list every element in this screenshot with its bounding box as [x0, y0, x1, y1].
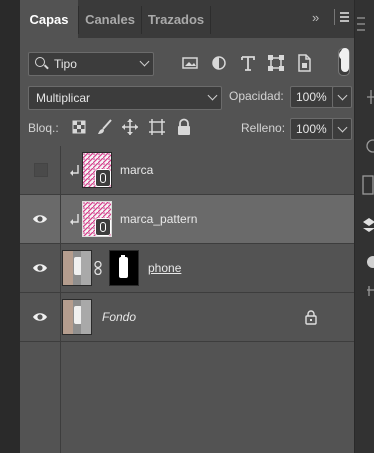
panel-tab-bar: Capas Canales Trazados »: [20, 0, 354, 38]
lock-image-pixels-icon[interactable]: [96, 118, 114, 136]
layer-thumbnail-photo[interactable]: [62, 299, 92, 335]
lock-all-icon[interactable]: [175, 118, 193, 136]
visibility-toggle[interactable]: [20, 244, 61, 292]
tab-paths[interactable]: Trazados: [142, 0, 210, 38]
filter-kind-label: Tipo: [54, 57, 77, 71]
visibility-toggle[interactable]: [20, 195, 61, 243]
lock-label: Bloq.:: [28, 121, 59, 135]
chevron-down-icon: [337, 122, 348, 133]
clipping-mask-arrow-icon: [70, 213, 80, 225]
right-tools-strip: [341, 0, 374, 453]
visibility-toggle[interactable]: [20, 146, 61, 194]
fill-dropdown-button[interactable]: [332, 118, 352, 140]
layer-row-phone[interactable]: phone: [20, 244, 354, 293]
layer-row-marca[interactable]: marca: [20, 146, 354, 195]
chevron-down-icon: [337, 90, 348, 101]
layer-mask-thumbnail[interactable]: [109, 250, 139, 286]
left-workspace-strip: [0, 0, 20, 453]
visibility-toggle[interactable]: [20, 293, 61, 341]
scrollbar-thumb[interactable]: [341, 48, 349, 72]
opacity-label: Opacidad:: [229, 89, 284, 103]
blend-mode-label: Multiplicar: [36, 91, 91, 105]
layers-panel: Capas Canales Trazados » Tipo Multiplica…: [20, 0, 374, 453]
layers-list: marca marca_pattern phone Fondo: [20, 146, 354, 453]
chevron-down-icon: [139, 56, 150, 67]
shape-filter-icon[interactable]: [266, 53, 286, 73]
fill-field[interactable]: 100%: [290, 118, 334, 140]
blend-mode-select[interactable]: Multiplicar: [28, 86, 222, 110]
tab-channels[interactable]: Canales: [79, 0, 141, 38]
tab-overflow-icon[interactable]: »: [312, 10, 319, 25]
opacity-field[interactable]: 100%: [290, 86, 334, 108]
eye-icon: [32, 261, 48, 275]
opacity-dropdown-button[interactable]: [332, 86, 352, 108]
image-filter-icon[interactable]: [180, 53, 200, 73]
text-filter-icon[interactable]: [238, 53, 258, 73]
visibility-column-empty: [20, 342, 61, 453]
fill-label: Relleno:: [241, 121, 286, 135]
layer-name[interactable]: Fondo: [102, 310, 136, 324]
smart-object-badge-icon: [95, 218, 111, 236]
layer-filter-kind-select[interactable]: Tipo: [28, 52, 154, 76]
lock-artboard-icon[interactable]: [148, 118, 166, 136]
layer-name[interactable]: marca: [120, 163, 153, 177]
partial-tool-icons: [357, 17, 374, 296]
layer-thumbnail-pattern[interactable]: [82, 152, 112, 188]
search-icon: [35, 57, 45, 67]
tab-layers[interactable]: Capas: [20, 0, 78, 38]
panel-menu-icon[interactable]: [334, 9, 349, 25]
fill-value: 100%: [296, 122, 327, 136]
layer-name[interactable]: phone: [148, 261, 181, 275]
lock-transparent-pixels-icon[interactable]: [70, 118, 88, 136]
eye-icon: [32, 212, 48, 226]
layer-row-fondo[interactable]: Fondo: [20, 293, 354, 342]
mask-link-chain-icon[interactable]: [93, 260, 103, 276]
eye-icon: [32, 310, 48, 324]
smart-object-badge-icon: [95, 169, 111, 187]
layer-lock-icon: [304, 309, 318, 325]
opacity-value: 100%: [296, 90, 327, 104]
chevron-down-icon: [207, 90, 218, 101]
tab-separator: [210, 6, 211, 34]
lock-position-icon[interactable]: [121, 118, 139, 136]
adjustment-filter-icon[interactable]: [209, 53, 229, 73]
visibility-hidden-box: [34, 163, 48, 177]
layer-thumbnail-pattern[interactable]: [82, 201, 112, 237]
layer-row-marca-pattern[interactable]: marca_pattern: [20, 195, 354, 244]
layer-thumbnail-photo[interactable]: [62, 250, 92, 286]
photoshop-layers-panel-screenshot: Capas Canales Trazados » Tipo Multiplica…: [0, 0, 374, 453]
clipping-mask-arrow-icon: [70, 164, 80, 176]
smart-object-filter-icon[interactable]: [294, 53, 314, 73]
layer-name[interactable]: marca_pattern: [120, 212, 197, 226]
